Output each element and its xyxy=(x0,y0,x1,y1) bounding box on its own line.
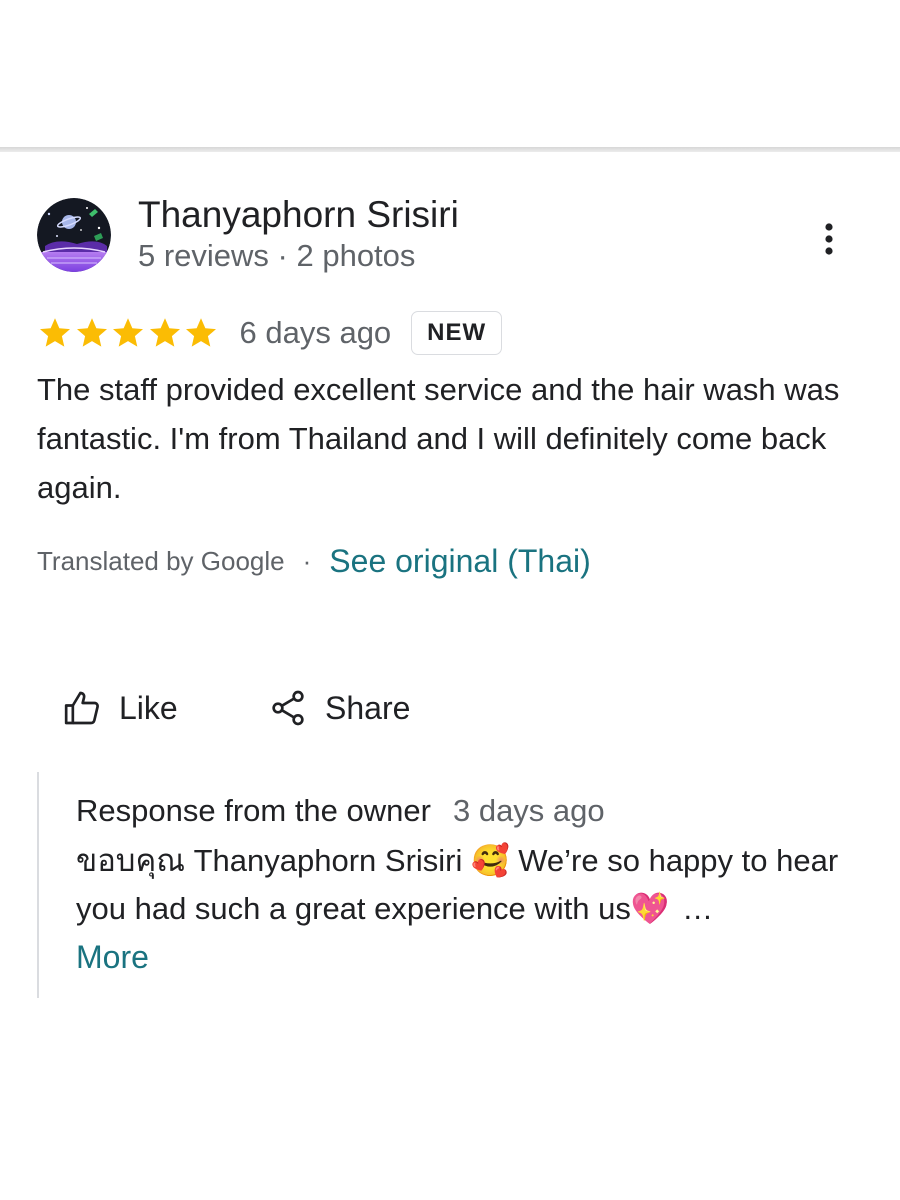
new-badge: NEW xyxy=(411,311,503,355)
reviewer-meta: 5 reviews · 2 photos xyxy=(138,238,416,273)
reviewer-name[interactable]: Thanyaphorn Srisiri xyxy=(138,193,459,237)
share-label: Share xyxy=(325,689,411,726)
rating-row: 6 days ago NEW xyxy=(37,309,503,357)
see-original-link[interactable]: See original (Thai) xyxy=(329,543,590,580)
owner-response-text: ขอบคุณ Thanyaphorn Srisiri 🥰 We’re so ha… xyxy=(76,837,856,933)
star-rating xyxy=(37,315,220,351)
owner-response-bar xyxy=(37,772,39,998)
share-button[interactable]: Share xyxy=(268,682,410,734)
top-divider xyxy=(0,147,900,152)
star-icon xyxy=(113,318,143,347)
review-text: The staff provided excellent service and… xyxy=(37,372,840,505)
thumb-up-icon xyxy=(64,691,99,725)
star-icon xyxy=(149,318,180,347)
star-icon xyxy=(40,318,70,347)
translation-row: Translated by Google · See original (Tha… xyxy=(37,543,591,580)
truncation-ellipsis: … xyxy=(673,891,714,926)
star-icon xyxy=(186,318,216,347)
owner-response-header: Response from the owner 3 days ago xyxy=(76,793,605,829)
like-label: Like xyxy=(119,689,178,726)
translated-by-label: Translated by Google xyxy=(37,546,285,576)
star-icon xyxy=(76,318,107,347)
reviewer-avatar[interactable] xyxy=(37,198,111,272)
separator-dot: · xyxy=(302,546,312,576)
owner-response-date: 3 days ago xyxy=(452,793,605,828)
owner-response-text-start: ขอบคุณ Thanyaphorn Srisiri xyxy=(76,843,471,878)
like-button[interactable]: Like xyxy=(62,682,178,734)
smiling-hearts-emoji-icon: 🥰 xyxy=(471,843,510,878)
sparkling-heart-emoji-icon: 💖 xyxy=(630,891,670,926)
review-date: 6 days ago xyxy=(239,315,392,350)
owner-response-more-link[interactable]: More xyxy=(76,935,149,979)
more-options-button[interactable] xyxy=(808,215,850,263)
more-vert-icon xyxy=(825,223,833,255)
space-planet-avatar-icon xyxy=(37,198,111,272)
share-icon xyxy=(272,690,304,726)
owner-response-title: Response from the owner xyxy=(76,793,431,828)
